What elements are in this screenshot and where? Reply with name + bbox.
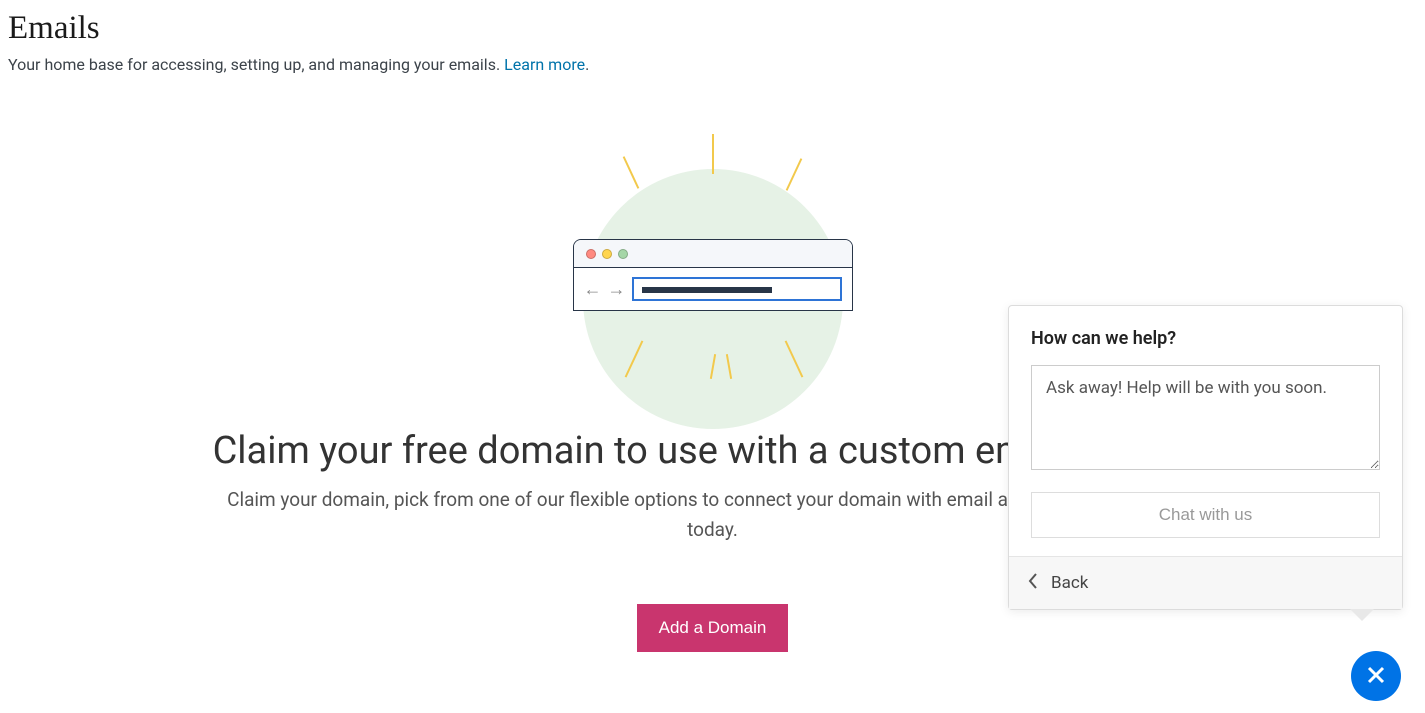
close-icon: [1366, 665, 1386, 688]
ray-icon: [712, 134, 714, 174]
learn-more-link[interactable]: Learn more: [504, 55, 585, 74]
page-subtitle: Your home base for accessing, setting up…: [8, 55, 1425, 74]
traffic-light-yellow-icon: [602, 249, 612, 259]
help-title: How can we help?: [1031, 328, 1380, 349]
url-box: [632, 277, 842, 301]
back-button[interactable]: Back: [1009, 556, 1402, 609]
ray-icon: [785, 158, 802, 191]
subtitle-text: Your home base for accessing, setting up…: [8, 55, 504, 74]
help-textarea[interactable]: [1031, 365, 1380, 470]
help-panel: How can we help? Chat with us Back: [1008, 305, 1403, 610]
add-domain-button[interactable]: Add a Domain: [637, 604, 789, 652]
ray-icon: [622, 156, 639, 189]
panel-arrow-icon: [1350, 609, 1374, 621]
arrow-right-icon: →: [608, 279, 626, 300]
chat-with-us-button[interactable]: Chat with us: [1031, 492, 1380, 538]
domain-illustration: ← →: [553, 129, 873, 419]
subtitle-period: .: [585, 55, 589, 74]
arrow-left-icon: ←: [584, 279, 602, 300]
page-header: Emails Your home base for accessing, set…: [0, 0, 1425, 74]
browser-toolbar: ← →: [574, 268, 852, 310]
traffic-light-green-icon: [618, 249, 628, 259]
close-help-button[interactable]: [1351, 651, 1401, 701]
back-label: Back: [1051, 573, 1088, 593]
page-title: Emails: [8, 10, 1425, 47]
browser-mockup: ← →: [573, 239, 853, 311]
traffic-light-red-icon: [586, 249, 596, 259]
chevron-left-icon: [1027, 571, 1039, 595]
url-text-placeholder: [642, 287, 772, 293]
help-body: How can we help? Chat with us: [1009, 306, 1402, 556]
browser-titlebar: [574, 240, 852, 268]
